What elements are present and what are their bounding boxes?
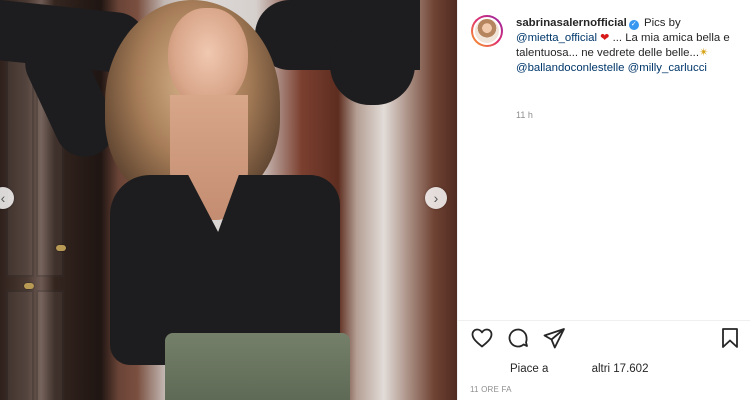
likes-prefix: Piace a (510, 363, 549, 375)
share-button[interactable] (542, 326, 568, 352)
chevron-left-icon: ‹ (0, 190, 6, 206)
carousel-next-button[interactable]: › (425, 187, 447, 209)
caption-lead: Pics by (643, 17, 681, 29)
username-link[interactable]: sabrinasalernofficial (516, 17, 627, 29)
mention-photographer-link[interactable]: @mietta_official (516, 32, 597, 44)
green-pants (165, 333, 350, 400)
mention-show-link[interactable]: @ballandoconlestelle (516, 62, 624, 74)
avatar[interactable] (471, 15, 503, 47)
instagram-post-frame: ‹ › sabrinasalernofficial ✓ Pics by @miet… (0, 0, 750, 400)
post-time: 11 ORE FA (470, 385, 512, 394)
caption-timestamp: 11 h (516, 110, 533, 120)
woman-figure (0, 0, 457, 400)
post-side-panel: sabrinasalernofficial ✓ Pics by @mietta_o… (457, 0, 750, 400)
right-forearm (330, 25, 415, 105)
paper-plane-icon (543, 328, 565, 349)
bookmark-icon (722, 328, 738, 348)
actions-divider (458, 320, 750, 323)
avatar-image (473, 17, 501, 45)
likes-count-link[interactable]: altri 17.602 (592, 363, 649, 375)
save-button[interactable] (718, 326, 744, 352)
face (168, 8, 248, 108)
speech-bubble-icon (508, 328, 528, 348)
post-photo[interactable]: ‹ › (0, 0, 457, 400)
post-caption: sabrinasalernofficial ✓ Pics by @mietta_o… (516, 16, 736, 76)
likes-line: Piace a altri 17.602 (510, 363, 648, 375)
chevron-right-icon: › (433, 190, 439, 206)
verified-badge-icon: ✓ (628, 20, 639, 30)
like-button[interactable] (470, 326, 496, 352)
comment-button[interactable] (506, 326, 532, 352)
dizzy-star-emoji-icon: ✴ (699, 47, 709, 59)
mention-host-link[interactable]: @milly_carlucci (628, 62, 707, 74)
heart-outline-icon (471, 328, 493, 348)
red-heart-emoji-icon: ❤ (600, 32, 610, 44)
